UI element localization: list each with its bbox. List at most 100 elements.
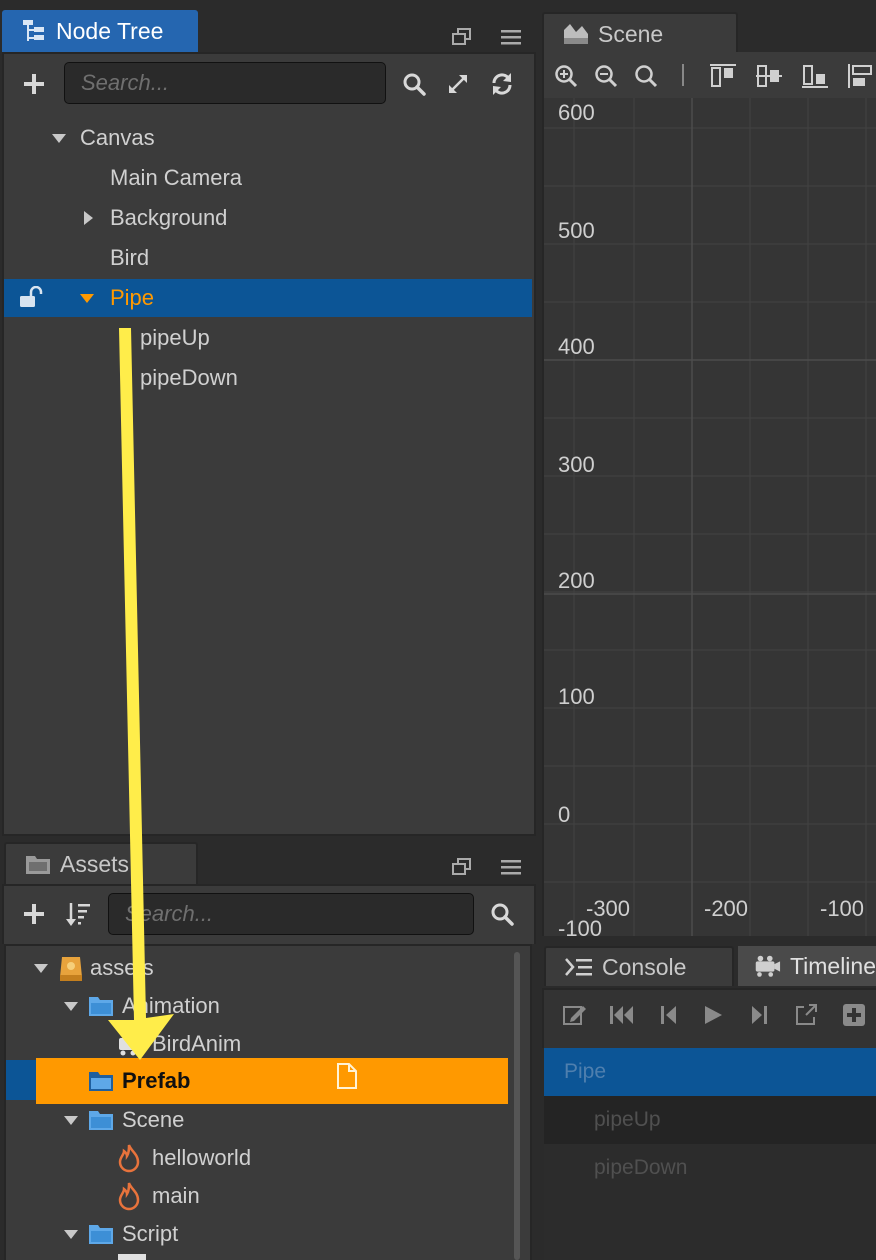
- zoom-out-icon[interactable]: [594, 64, 618, 88]
- asset-item-label: Prefab: [122, 1068, 191, 1093]
- align-bottom-icon[interactable]: [800, 62, 830, 90]
- timeline-row-pipe[interactable]: Pipe: [544, 1048, 876, 1096]
- collapse-arrow-icon[interactable]: [80, 293, 94, 303]
- y-axis-label: 0: [558, 802, 571, 827]
- asset-item-scene[interactable]: Scene: [64, 1101, 184, 1139]
- y-axis-label: 400: [558, 334, 595, 359]
- expand-arrow-icon[interactable]: [84, 211, 93, 225]
- add-asset-icon[interactable]: [22, 902, 46, 926]
- y-axis-label: 300: [558, 452, 595, 477]
- collapse-arrow-icon[interactable]: [64, 1115, 78, 1125]
- toolbar-divider: [682, 64, 684, 86]
- y-axis-label: 200: [558, 568, 595, 593]
- node-tree-panel: Node Tree Canvas Main Camera Background: [0, 0, 536, 836]
- tree-item-pipeup[interactable]: pipeUp: [140, 319, 210, 357]
- y-axis-label: 500: [558, 218, 595, 243]
- node-search-input[interactable]: [79, 69, 385, 97]
- popout-icon[interactable]: [452, 28, 472, 46]
- tab-console-label: Console: [602, 953, 687, 980]
- search-icon[interactable]: [490, 902, 514, 926]
- asset-item-main[interactable]: main: [116, 1177, 200, 1215]
- asset-item-label: Scene: [122, 1107, 185, 1132]
- scene-viewport[interactable]: 600 500 400 300 200 100 0 -100 -300 -200…: [542, 98, 876, 936]
- unlock-icon[interactable]: [18, 286, 44, 310]
- tab-assets-label: Assets: [60, 850, 130, 877]
- popout-icon[interactable]: [452, 858, 472, 876]
- menu-icon[interactable]: [500, 858, 522, 876]
- drop-file-icon: [337, 1063, 357, 1089]
- next-frame-icon[interactable]: [748, 1003, 770, 1027]
- asset-item-assets[interactable]: assets: [34, 949, 154, 987]
- timeline-row-pipedown[interactable]: pipeDown: [544, 1144, 876, 1192]
- asset-item-prefab[interactable]: Prefab: [88, 1062, 190, 1100]
- tree-item-pipedown[interactable]: pipeDown: [140, 359, 238, 397]
- y-axis-label: 600: [558, 100, 595, 125]
- tree-item-label: Bird: [110, 245, 150, 270]
- x-axis-label: -200: [704, 896, 749, 921]
- script-file-icon: [118, 1254, 146, 1260]
- prefab-selection-marker: [6, 1060, 36, 1100]
- tree-item-background[interactable]: Background: [84, 199, 227, 237]
- zoom-reset-icon[interactable]: [634, 64, 658, 88]
- console-icon: [565, 958, 592, 976]
- node-search-field[interactable]: [64, 62, 386, 104]
- timeline-empty-area: [544, 1192, 876, 1260]
- tree-item-pipe[interactable]: Pipe: [80, 279, 154, 317]
- open-external-icon[interactable]: [794, 1003, 820, 1027]
- assets-scrollbar[interactable]: [514, 952, 520, 1260]
- tab-node-tree-label: Node Tree: [56, 17, 164, 44]
- asset-item-label: assets: [90, 955, 154, 980]
- tab-node-tree[interactable]: Node Tree: [2, 10, 198, 52]
- search-icon[interactable]: [402, 72, 426, 96]
- folder-icon: [89, 1225, 113, 1244]
- zoom-in-icon[interactable]: [554, 64, 578, 88]
- expand-icon[interactable]: [446, 72, 470, 96]
- edit-icon[interactable]: [562, 1003, 588, 1027]
- asset-item-helloworld[interactable]: helloworld: [116, 1139, 251, 1177]
- asset-item-label: BirdAnim: [152, 1031, 242, 1056]
- collapse-arrow-icon[interactable]: [64, 1001, 78, 1011]
- tree-item-bird[interactable]: Bird: [110, 239, 149, 277]
- asset-item-label: helloworld: [152, 1145, 252, 1170]
- tree-item-label: Background: [110, 205, 228, 230]
- align-top-icon[interactable]: [708, 62, 738, 90]
- add-node-icon[interactable]: [22, 72, 46, 96]
- timeline-icon: [755, 955, 781, 977]
- collapse-arrow-icon[interactable]: [64, 1229, 78, 1239]
- tab-scene[interactable]: Scene: [542, 12, 738, 54]
- collapse-arrow-icon[interactable]: [34, 963, 48, 973]
- scene-fire-icon: [118, 1144, 140, 1173]
- asset-search-input[interactable]: [123, 900, 473, 928]
- first-frame-icon[interactable]: [608, 1003, 636, 1027]
- tree-item-label: pipeDown: [140, 365, 238, 390]
- tab-timeline-label: Timeline: [789, 952, 876, 979]
- tab-assets[interactable]: Assets: [4, 842, 198, 884]
- scene-icon: [564, 24, 588, 44]
- tab-console[interactable]: Console: [544, 946, 734, 986]
- asset-item-label: Script: [122, 1221, 179, 1246]
- add-keyframe-icon[interactable]: [842, 1003, 866, 1027]
- asset-item-animation[interactable]: Animation: [64, 987, 220, 1025]
- asset-search-field[interactable]: [108, 893, 474, 935]
- menu-icon[interactable]: [500, 28, 522, 46]
- refresh-icon[interactable]: [490, 72, 514, 96]
- asset-item-label: Animation: [122, 993, 220, 1018]
- timeline-row-label: pipeDown: [594, 1156, 688, 1179]
- asset-item-label: main: [152, 1183, 200, 1208]
- x-axis-label: -100: [820, 896, 865, 921]
- align-left-icon[interactable]: [846, 62, 876, 90]
- timeline-row-label: Pipe: [564, 1060, 607, 1083]
- node-tree-icon: [23, 20, 44, 41]
- collapse-arrow-icon[interactable]: [52, 133, 66, 143]
- tab-timeline[interactable]: Timeline: [738, 946, 876, 986]
- sort-icon[interactable]: [64, 900, 92, 928]
- timeline-row-pipeup[interactable]: pipeUp: [544, 1096, 876, 1144]
- prev-frame-icon[interactable]: [658, 1003, 680, 1027]
- assets-db-icon: [60, 957, 82, 981]
- tree-item-canvas[interactable]: Canvas: [52, 119, 155, 157]
- asset-item-script[interactable]: Script: [64, 1215, 178, 1253]
- tree-item-label: Pipe: [110, 285, 155, 310]
- play-icon[interactable]: [702, 1003, 724, 1027]
- align-middle-icon[interactable]: [754, 62, 784, 90]
- tree-item-main-camera[interactable]: Main Camera: [110, 159, 242, 197]
